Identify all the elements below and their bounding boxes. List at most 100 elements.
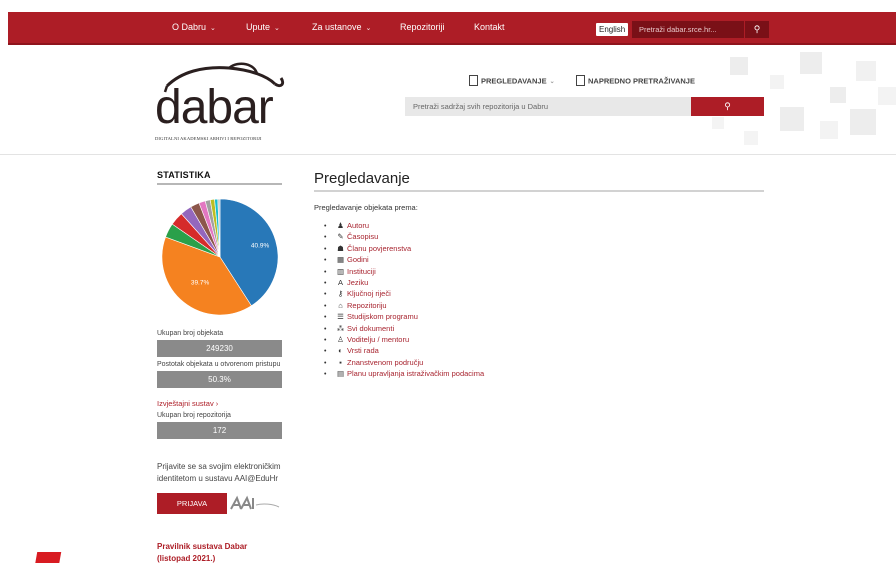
chevron-down-icon: ⌄ [210,25,216,32]
browse-content: Pregledavanje Pregledavanje objekata pre… [314,170,764,378]
browse-list-item[interactable]: • ☰ Studijskom programu [324,311,484,322]
bullet: • [324,348,327,356]
page: O Dabru ⌄ Upute ⌄ Za ustanove ⌄ Repozitorij… [0,0,896,563]
field-icon: ▪ [339,357,342,367]
repository-icon: ⌂ [338,300,343,310]
bullet: • [324,257,327,265]
total-objects-value: 249230 [157,340,282,357]
nav-item-kontakt[interactable]: Kontakt [474,12,505,43]
nav-item-label: O Dabru [172,22,207,32]
browse-item-label[interactable]: Vrsti rada [347,346,379,355]
sitemap-icon: ⁂ [336,323,345,333]
calendar-icon: ▦ [336,255,345,265]
nav-item-label: Repozitoriji [400,22,445,32]
search-icon: ⚲ [753,24,761,34]
browse-item-label[interactable]: Studijskom programu [347,312,418,321]
browse-item-label[interactable]: Svi dokumenti [347,324,394,333]
document-icon: ▤ [336,369,345,379]
chevron-down-icon: ⌄ [549,79,555,86]
site-header: dabar DIGITALNI AKADEMSKI ARHIVI I REPOZ… [0,47,896,155]
total-objects-label: Ukupan broj objekata [157,330,224,337]
nav-item-label: Za ustanove [312,22,362,32]
advanced-search-icon [576,75,585,86]
open-access-label: Postotak objekata u otvorenom pristupu [157,361,281,368]
browse-list: • ♟ Autoru • ✎ Časopisu • ☗ Članu povjerenstva • ▦… [324,220,484,379]
browse-list-item[interactable]: • ♟ Autoru [324,220,484,231]
browse-item-label[interactable]: Repozitoriju [347,301,387,310]
browse-list-item[interactable]: • ⁂ Svi dokumenti [324,323,484,334]
top-search-button[interactable]: ⚲ [745,21,769,38]
top-search-input[interactable]: Pretraži dabar.srce.hr... [632,21,744,38]
open-access-value: 50.3% [157,371,282,388]
browse-list-item[interactable]: • ☗ Članu povjerenstva [324,243,484,254]
logo-wordmark: dabar [155,81,274,134]
browse-list-item[interactable]: • ♙ Voditelju / mentoru [324,334,484,345]
top-navbar: O Dabru ⌄ Upute ⌄ Za ustanove ⌄ Repozitorij… [8,12,896,45]
group-icon: ☗ [337,243,344,253]
chevron-down-icon: ⌄ [365,25,372,32]
browse-item-label[interactable]: Časopisu [347,232,378,241]
dabar-logo[interactable]: dabar DIGITALNI AKADEMSKI ARHIVI I REPOZ… [155,62,295,141]
page-title: Pregledavanje [314,170,764,192]
nav-item-label: Kontakt [474,22,505,32]
logo-subtitle: DIGITALNI AKADEMSKI ARHIVI I REPOZITORIJ… [155,136,262,141]
advanced-search-label: NAPREDNO PRETRAŽIVANJE [588,76,695,86]
browse-item-label[interactable]: Godini [347,255,369,264]
type-icon: ◐ [338,346,343,356]
browse-menu-link[interactable]: PREGLEDAVANJE ⌄ [469,75,555,87]
browse-item-label[interactable]: Članu povjerenstva [347,244,411,253]
browse-item-label[interactable]: Voditelju / mentoru [347,335,409,344]
rules-link[interactable]: Pravilnik sustava Dabar (listopad 2021.) [157,541,282,563]
aai-eduhr-logo [230,495,280,510]
key-icon: ⚷ [337,289,344,299]
browse-label: PREGLEDAVANJE [481,76,547,86]
search-icon: ⚲ [724,101,731,111]
login-text: Prijavite se sa svojim elektroničkim ide… [157,462,281,483]
nav-item-o-dabru[interactable]: O Dabru ⌄ [172,12,216,43]
browse-icon [469,75,478,86]
red-corner-mark [34,552,62,563]
language-icon: A [337,277,343,287]
pie-data-label: 39.7% [191,279,210,286]
browse-item-label[interactable]: Ključnoj riječi [347,289,391,298]
statistics-title: STATISTIKA [157,170,282,185]
nav-item-label: Upute [246,22,271,32]
browse-item-label[interactable]: Autoru [347,221,369,230]
browse-item-label[interactable]: Znanstvenom području [347,358,423,367]
journal-icon: ✎ [337,232,344,242]
browse-item-label[interactable]: Instituciji [347,267,376,276]
chevron-down-icon: ⌄ [274,25,280,32]
total-repos-value: 172 [157,422,282,439]
statistics-sidebar: STATISTIKA 40.9% 39.7% Ukupan broj objeka… [157,170,282,563]
login-button[interactable]: PRIJAVA [157,493,227,514]
statistics-pie-chart: 40.9% 39.7% [161,198,279,316]
main-search-input[interactable]: Pretraži sadržaj svih repozitorija u Dab… [405,97,692,116]
nav-item-za-ustanove[interactable]: Za ustanove ⌄ [312,12,371,43]
browse-list-item[interactable]: • ▥ Instituciji [324,266,484,277]
browse-subtitle: Pregledavanje objekata prema: [314,203,418,212]
institution-icon: ▥ [336,266,345,276]
advanced-search-link[interactable]: NAPREDNO PRETRAŽIVANJE [576,75,695,87]
browse-list-item[interactable]: • ▤ Planu upravljanja istraživačkim podaci… [324,368,484,379]
mentor-icon: ♙ [337,334,344,344]
browse-list-item[interactable]: • ⚷ Ključnoj riječi [324,288,484,299]
browse-list-item[interactable]: • ✎ Časopisu [324,231,484,242]
browse-item-label[interactable]: Planu upravljanja istraživačkim podacima [347,369,484,378]
nav-item-repozitoriji[interactable]: Repozitoriji [400,12,445,43]
browse-item-label[interactable]: Jeziku [347,278,368,287]
main-search-button[interactable]: ⚲ [691,97,764,116]
browse-list-item[interactable]: • ▪ Znanstvenom području [324,357,484,368]
bullet: • [324,314,327,322]
reports-link[interactable]: Izvještajni sustav › [157,399,218,408]
browse-list-item[interactable]: • ◐ Vrsti rada [324,345,484,356]
user-icon: ♟ [337,221,344,230]
pie-data-label: 40.9% [251,243,270,250]
study-program-icon: ☰ [337,312,344,322]
browse-list-item[interactable]: • ⌂ Repozitoriju [324,300,484,311]
language-button[interactable]: English [596,23,629,36]
nav-item-upute[interactable]: Upute ⌄ [246,12,280,43]
total-repos-label: Ukupan broj repozitorija [157,412,231,419]
browse-list-item[interactable]: • A Jeziku [324,277,484,288]
browse-list-item[interactable]: • ▦ Godini [324,254,484,265]
bullet: • [324,371,327,379]
